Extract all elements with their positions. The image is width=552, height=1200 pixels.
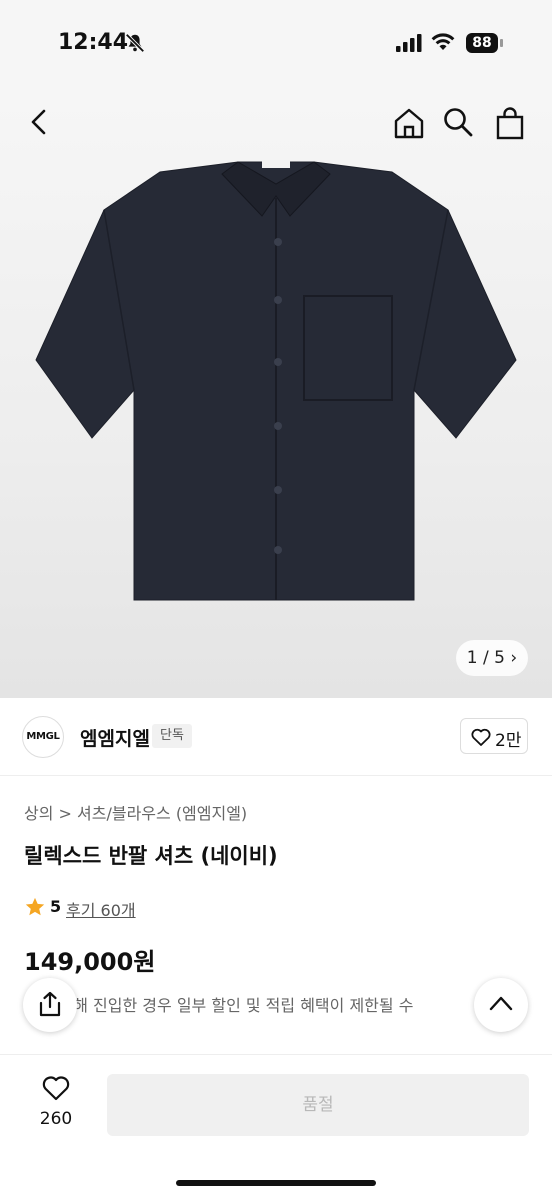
share-button[interactable] bbox=[23, 978, 77, 1032]
product-photo-shirt bbox=[35, 160, 517, 601]
battery-icon: 88 bbox=[466, 33, 504, 53]
scroll-top-button[interactable] bbox=[474, 978, 528, 1032]
pager-text: 1 / 5 bbox=[466, 648, 505, 668]
review-link[interactable]: 후기 60개 bbox=[66, 897, 136, 921]
brand-like-button[interactable]: 2만 bbox=[460, 718, 528, 754]
brand-like-count: 2만 bbox=[495, 731, 522, 751]
status-bar: 12:44 88 bbox=[0, 0, 552, 90]
brand-logo[interactable]: MMGL bbox=[22, 716, 64, 758]
discount-notice: 크를 통해 진입한 경우 일부 할인 및 적립 혜택이 제한될 수 bbox=[24, 996, 414, 1015]
chevron-up-icon bbox=[489, 996, 513, 1011]
signal-icon bbox=[396, 34, 422, 52]
wish-button[interactable]: 260 bbox=[30, 1075, 82, 1135]
bottom-action-bar: 260 품절 bbox=[0, 1054, 552, 1200]
brand-row[interactable]: MMGL 엠엠지엘 단독 2만 bbox=[0, 698, 552, 776]
breadcrumb[interactable]: 상의 > 셔츠/블라우스 (엠엠지엘) bbox=[24, 800, 247, 824]
gallery-pager[interactable]: 1 / 5 › bbox=[456, 640, 528, 676]
product-price: 149,000원 bbox=[24, 948, 156, 976]
home-icon[interactable] bbox=[392, 106, 426, 140]
bag-icon[interactable] bbox=[494, 106, 526, 140]
exclusive-badge: 단독 bbox=[152, 724, 192, 748]
battery-level: 88 bbox=[466, 33, 498, 53]
status-time: 12:44 bbox=[58, 30, 129, 55]
home-indicator bbox=[176, 1180, 376, 1186]
star-icon bbox=[25, 897, 45, 916]
rating-score: 5 bbox=[50, 897, 62, 916]
brand-name[interactable]: 엠엠지엘 bbox=[80, 724, 150, 751]
chevron-right-icon: › bbox=[510, 648, 518, 668]
bell-off-icon bbox=[125, 33, 145, 53]
wish-count: 260 bbox=[39, 1109, 73, 1129]
heart-outline-icon bbox=[42, 1076, 70, 1101]
battery-cap bbox=[500, 39, 503, 47]
soldout-button[interactable]: 품절 bbox=[107, 1074, 529, 1136]
wifi-icon bbox=[431, 33, 455, 50]
heart-icon bbox=[471, 728, 491, 746]
share-icon bbox=[39, 991, 61, 1017]
product-title: 릴렉스드 반팔 셔츠 (네이비) bbox=[24, 844, 278, 868]
back-icon[interactable] bbox=[24, 106, 56, 138]
search-icon[interactable] bbox=[442, 106, 474, 138]
